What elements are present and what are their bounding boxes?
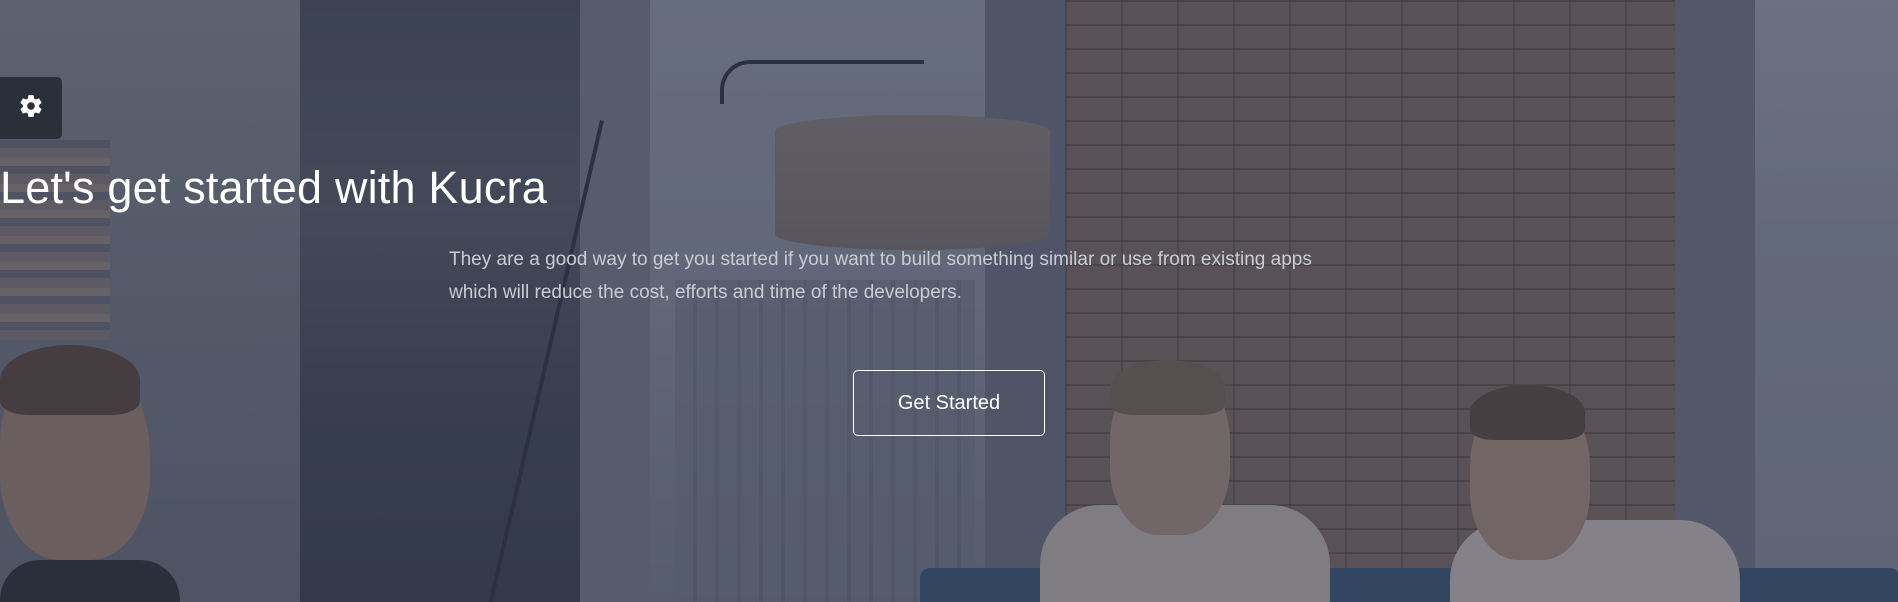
hero-subtitle-line2: which will reduce the cost, efforts and … bbox=[449, 282, 962, 303]
hero-subtitle: They are a good way to get you started i… bbox=[449, 243, 1449, 309]
gear-icon bbox=[18, 93, 44, 124]
hero-title: Let's get started with Kucra bbox=[0, 162, 547, 213]
settings-button[interactable] bbox=[0, 77, 62, 139]
hero-subtitle-line1: They are a good way to get you started i… bbox=[449, 249, 1312, 270]
hero-section: Let's get started with Kucra They are a … bbox=[0, 0, 1898, 602]
get-started-button[interactable]: Get Started bbox=[853, 370, 1045, 436]
